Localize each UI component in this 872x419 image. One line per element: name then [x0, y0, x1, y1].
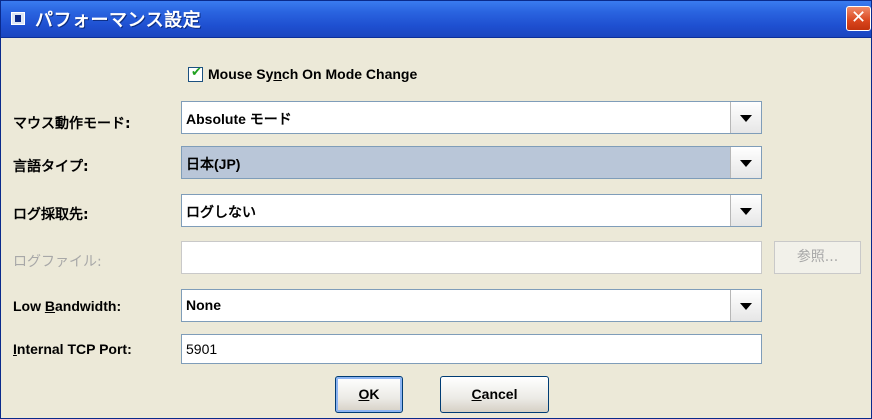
log-file-label: ログファイル: — [13, 254, 102, 270]
low-bandwidth-dropdown[interactable]: None — [181, 289, 762, 322]
language-type-label: 言語タイプ: — [13, 159, 89, 175]
low-bandwidth-label: Low Bandwidth: — [13, 298, 122, 314]
language-type-value: 日本(JP) — [186, 156, 241, 172]
low-bandwidth-value: None — [186, 297, 221, 313]
window-title: パフォーマンス設定 — [35, 10, 202, 31]
log-target-label: ログ採取先: — [13, 207, 89, 223]
checkmark-icon: ✔ — [191, 65, 202, 80]
close-button[interactable]: ✕ — [846, 6, 871, 31]
checkbox-box[interactable]: ✔ — [188, 65, 203, 82]
language-type-dropdown[interactable]: 日本(JP) — [181, 146, 762, 179]
chevron-down-icon[interactable] — [730, 102, 761, 133]
browse-button[interactable]: 参照... — [774, 241, 861, 274]
log-target-dropdown[interactable]: ログしない — [181, 194, 762, 227]
log-file-field[interactable] — [181, 241, 762, 274]
tcp-port-value: 5901 — [186, 341, 218, 357]
ok-button[interactable]: OK — [335, 376, 403, 413]
tcp-port-label: Internal TCP Port: — [13, 341, 132, 357]
chevron-down-icon[interactable] — [730, 195, 761, 226]
mouse-mode-label: マウス動作モード: — [13, 116, 131, 132]
mouse-synch-label: Mouse Synch On Mode Change — [208, 66, 418, 82]
title-bar[interactable]: パフォーマンス設定 ✕ — [1, 1, 871, 38]
log-target-value: ログしない — [186, 204, 256, 220]
cancel-button[interactable]: Cancel — [440, 376, 549, 413]
mouse-mode-dropdown[interactable]: Absolute モード — [181, 101, 762, 134]
java-window-icon — [11, 12, 25, 25]
chevron-down-icon[interactable] — [730, 290, 761, 321]
mouse-mode-value: Absolute モード — [186, 111, 292, 127]
chevron-down-icon[interactable] — [730, 147, 761, 178]
tcp-port-field[interactable]: 5901 — [181, 334, 762, 364]
performance-settings-dialog: パフォーマンス設定 ✕ ✔ Mouse Synch On Mode Change… — [0, 0, 872, 419]
